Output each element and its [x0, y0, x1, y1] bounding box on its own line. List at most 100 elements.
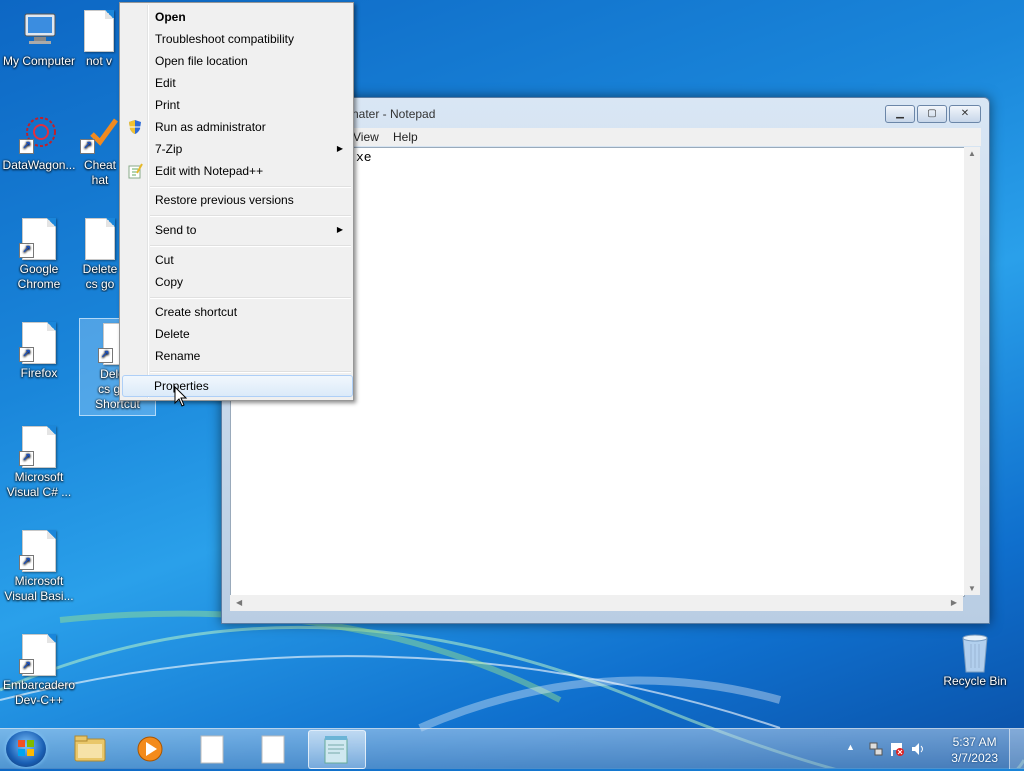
desktop-icon-label: Google: [19, 262, 59, 276]
desktop-icon-label: not v: [85, 54, 112, 68]
document-icon: ↗: [19, 530, 59, 572]
shortcut-arrow-icon: ↗: [19, 243, 34, 258]
notepad-icon: [324, 736, 348, 764]
document-icon: ↗: [19, 218, 59, 260]
menu-item-open-file-location[interactable]: Open file location: [122, 50, 351, 72]
scroll-left-icon[interactable]: ◀: [236, 598, 242, 607]
desktop-icon-recycle-bin[interactable]: Recycle Bin: [936, 630, 1014, 689]
recycle-bin-icon: [955, 630, 995, 673]
context-menu: Open Troubleshoot compatibility Open fil…: [119, 2, 354, 401]
close-button[interactable]: ✕: [949, 105, 981, 123]
menu-item-open[interactable]: Open: [122, 6, 351, 28]
menu-item-cut[interactable]: Cut: [122, 249, 351, 271]
vertical-scrollbar[interactable]: ▲ ▼: [964, 147, 980, 595]
mouse-cursor-icon: [174, 386, 188, 407]
menu-item-restore-previous-versions[interactable]: Restore previous versions: [122, 189, 351, 211]
scroll-down-icon[interactable]: ▼: [968, 584, 976, 593]
desktop-icon-label: Microsoft: [14, 574, 64, 588]
taskbar: ▲ 5:37 AM 3/7/2023: [0, 728, 1024, 769]
clock-date: 3/7/2023: [951, 751, 998, 765]
menu-item-7zip[interactable]: 7-Zip ▶: [122, 138, 351, 160]
desktop-icon-label-line2: Dev-C++: [14, 693, 64, 707]
gear-document-icon: [80, 218, 120, 260]
menu-item-edit-with-notepadpp[interactable]: Edit with Notepad++: [122, 160, 351, 182]
clock-time: 5:37 AM: [952, 735, 997, 749]
shortcut-arrow-icon: ↗: [97, 348, 113, 363]
menu-item-send-to[interactable]: Send to ▶: [122, 219, 351, 241]
desktop-icon-embarcadero-dev-cpp[interactable]: ↗ Embarcadero Dev-C++: [0, 634, 78, 708]
document-icon: [200, 735, 224, 764]
editor-content: xe: [356, 150, 372, 165]
desktop-icon-label-line2: Chrome: [17, 277, 61, 291]
desktop-icon-firefox[interactable]: ↗ Firefox: [0, 322, 78, 381]
menu-separator: [150, 297, 351, 299]
desktop-icon-microsoft-visual-basic[interactable]: ↗ Microsoft Visual Basi...: [0, 530, 78, 604]
taskbar-notepad[interactable]: [308, 730, 366, 769]
minimize-button[interactable]: ▁: [885, 105, 915, 123]
menu-help[interactable]: Help: [393, 130, 418, 144]
shortcut-arrow-icon: ↗: [19, 555, 34, 570]
menu-item-print[interactable]: Print: [122, 94, 351, 116]
document-icon: ↗: [19, 634, 59, 676]
desktop-icon-label: Cheat: [83, 158, 117, 172]
desktop-icon-label: Firefox: [20, 366, 58, 380]
menu-item-properties[interactable]: Properties: [122, 375, 353, 397]
shortcut-arrow-icon: ↗: [19, 347, 34, 362]
desktop-icon-label: Recycle Bin: [943, 674, 1007, 688]
window-controls: ▁ ▢ ✕: [885, 105, 981, 123]
taskbar-document-2[interactable]: [246, 730, 302, 767]
windows-logo-icon: [18, 740, 34, 756]
scroll-up-icon[interactable]: ▲: [968, 149, 976, 158]
desktop-icon-label-line2: Visual Basi...: [4, 589, 74, 603]
menu-separator: [150, 215, 351, 217]
desktop-icon-label-line2: Visual C# ...: [6, 485, 72, 499]
datawagon-icon: ↗: [19, 114, 59, 154]
checkmark-icon: ↗: [80, 114, 120, 154]
desktop-icon-label: My Computer: [2, 54, 76, 68]
menu-separator: [150, 371, 351, 373]
start-button[interactable]: [6, 731, 46, 767]
desktop-icon-microsoft-visual-csharp[interactable]: ↗ Microsoft Visual C# ...: [0, 426, 78, 500]
desktop-icon-label-line2: cs go: [85, 277, 115, 291]
submenu-arrow-icon: ▶: [336, 225, 343, 234]
taskbar-document-1[interactable]: [185, 730, 241, 767]
menu-item-run-as-administrator[interactable]: Run as administrator: [122, 116, 351, 138]
shortcut-arrow-icon: ↗: [19, 659, 34, 674]
taskbar-explorer[interactable]: [62, 730, 118, 767]
window-title: nater - Notepad: [352, 107, 436, 121]
volume-icon[interactable]: [910, 741, 926, 757]
document-icon: ↗: [19, 322, 59, 364]
tray-expand-icon[interactable]: ▲: [846, 742, 855, 752]
taskbar-media-player[interactable]: [122, 730, 178, 767]
desktop-icon-datawagon[interactable]: ↗ DataWagon...: [0, 114, 78, 173]
shortcut-arrow-icon: ↗: [19, 139, 34, 154]
menu-separator: [150, 245, 351, 247]
desktop-icon-label-line2: hat: [91, 173, 109, 187]
maximize-button[interactable]: ▢: [917, 105, 947, 123]
computer-icon: [19, 10, 59, 50]
gear-document-icon: [79, 10, 119, 52]
menu-item-create-shortcut[interactable]: Create shortcut: [122, 301, 351, 323]
desktop-icon-my-computer[interactable]: My Computer: [0, 10, 78, 69]
show-desktop-button[interactable]: [1009, 729, 1024, 769]
desktop-icon-label: Delete: [82, 262, 118, 276]
horizontal-scrollbar[interactable]: ◀ ▶: [230, 595, 963, 611]
menu-item-edit[interactable]: Edit: [122, 72, 351, 94]
action-center-flag-icon[interactable]: [889, 741, 905, 757]
menu-view[interactable]: View: [353, 130, 379, 144]
desktop-icon-delete-cs-go[interactable]: Delete cs go: [80, 218, 120, 292]
network-icon[interactable]: [868, 741, 884, 757]
desktop-icon-google-chrome[interactable]: ↗ Google Chrome: [0, 218, 78, 292]
menu-item-rename[interactable]: Rename: [122, 345, 351, 367]
desktop-icon-not-v[interactable]: not v: [78, 10, 120, 69]
menu-item-copy[interactable]: Copy: [122, 271, 351, 293]
clock[interactable]: 5:37 AM 3/7/2023: [951, 734, 998, 766]
document-icon: [261, 735, 285, 764]
desktop-icon-label: Embarcadero: [2, 678, 76, 692]
menu-item-delete[interactable]: Delete: [122, 323, 351, 345]
submenu-arrow-icon: ▶: [336, 144, 343, 153]
menu-item-troubleshoot-compatibility[interactable]: Troubleshoot compatibility: [122, 28, 351, 50]
desktop-icon-cheat[interactable]: ↗ Cheat hat: [80, 114, 120, 188]
scroll-right-icon[interactable]: ▶: [951, 598, 957, 607]
media-player-icon: [137, 736, 163, 762]
